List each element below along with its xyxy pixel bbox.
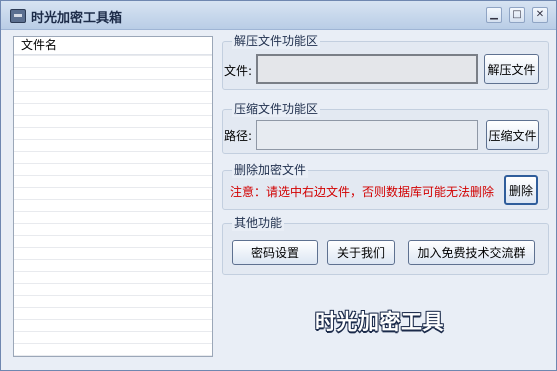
- path-label: 路径:: [224, 129, 253, 143]
- delete-group-title: 删除加密文件: [232, 163, 309, 178]
- minimize-button[interactable]: ▁: [486, 7, 502, 23]
- close-button[interactable]: ✕: [532, 7, 548, 23]
- delete-warning: 注意：请选中右边文件，否则数据库可能无法删除: [230, 185, 495, 199]
- join-group-button[interactable]: 加入免费技术交流群: [408, 240, 535, 265]
- brand-logo-text: 时光加密工具: [315, 310, 444, 334]
- file-label: 文件:: [224, 64, 253, 78]
- other-group: 其他功能 密码设置 关于我们 加入免费技术交流群: [222, 216, 549, 275]
- app-window: 时光加密工具箱 ▁ □ ✕ 文件名 解压文件功能区 文件: 解压文件 压缩文件功…: [0, 0, 557, 371]
- decompress-group-title: 解压文件功能区: [232, 34, 321, 49]
- file-path-field[interactable]: [256, 54, 478, 84]
- minimize-icon: ▁: [490, 9, 498, 20]
- app-icon: [10, 9, 26, 23]
- other-group-title: 其他功能: [232, 216, 285, 231]
- decompress-button[interactable]: 解压文件: [484, 54, 539, 84]
- compress-button[interactable]: 压缩文件: [486, 120, 539, 150]
- title-bar[interactable]: 时光加密工具箱 ▁ □ ✕: [1, 1, 556, 30]
- delete-group: 删除加密文件 注意：请选中右边文件，否则数据库可能无法删除 删除: [222, 163, 549, 210]
- window-title: 时光加密工具箱: [31, 11, 123, 26]
- close-icon: ✕: [535, 9, 545, 20]
- compress-group-title: 压缩文件功能区: [232, 102, 321, 117]
- compress-group: 压缩文件功能区 路径: 压缩文件: [222, 102, 549, 154]
- decompress-group: 解压文件功能区 文件: 解压文件: [222, 34, 549, 90]
- file-list[interactable]: 文件名: [13, 36, 213, 357]
- delete-button[interactable]: 删除: [504, 175, 538, 205]
- compress-path-field[interactable]: [256, 120, 478, 150]
- about-us-button[interactable]: 关于我们: [327, 240, 395, 265]
- file-list-header[interactable]: 文件名: [14, 37, 212, 55]
- password-settings-button[interactable]: 密码设置: [232, 240, 318, 265]
- maximize-icon: □: [512, 9, 522, 20]
- maximize-button[interactable]: □: [509, 7, 525, 23]
